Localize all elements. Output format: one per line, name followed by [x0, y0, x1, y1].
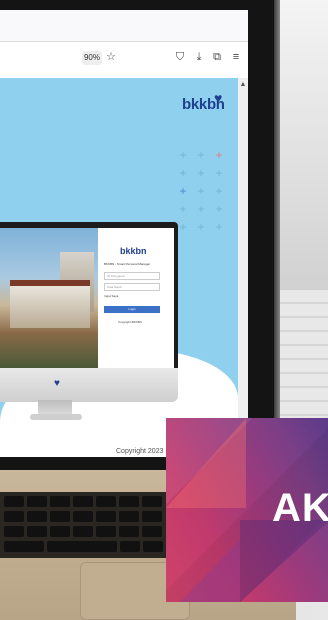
- extensions-icon[interactable]: ⧉: [209, 49, 225, 65]
- key[interactable]: [119, 511, 139, 522]
- card-facet: [240, 520, 328, 602]
- key[interactable]: [50, 511, 70, 522]
- key[interactable]: [142, 526, 162, 537]
- password-field[interactable]: Kata Sandi: [104, 283, 160, 291]
- building-photo: [0, 228, 98, 368]
- menu-icon[interactable]: ≡: [228, 49, 244, 65]
- key-row: [0, 496, 162, 508]
- key[interactable]: [50, 526, 70, 537]
- scroll-up-icon[interactable]: ▲: [238, 80, 248, 90]
- key[interactable]: [120, 541, 140, 552]
- card-facet: [180, 540, 240, 602]
- monitor-screen: bkkbn BKKBN - Smart Personal Manager ID …: [0, 228, 174, 368]
- plus-decoration-icon: +: [197, 148, 205, 162]
- key[interactable]: [119, 526, 139, 537]
- login-button[interactable]: Login: [104, 306, 160, 313]
- plus-decoration-icon: +: [215, 148, 223, 162]
- key[interactable]: [142, 496, 162, 507]
- key[interactable]: [4, 541, 44, 552]
- remember-checkbox[interactable]: Ingat Saya: [104, 294, 118, 298]
- key[interactable]: [27, 496, 47, 507]
- key[interactable]: [96, 511, 116, 522]
- plus-decoration-icon: +: [197, 220, 205, 234]
- key[interactable]: [73, 511, 93, 522]
- username-field[interactable]: ID Pengguna: [104, 272, 160, 280]
- monitor-logo-icon: ♥: [54, 378, 60, 389]
- key[interactable]: [4, 496, 24, 507]
- monitor-chin: [0, 368, 178, 402]
- scrollbar[interactable]: [238, 78, 248, 457]
- star-icon[interactable]: ☆: [103, 49, 119, 65]
- key[interactable]: [27, 511, 47, 522]
- plus-decoration-icon: +: [179, 148, 187, 162]
- plus-decoration-icon: +: [179, 202, 187, 216]
- key-row: [0, 526, 162, 538]
- plus-decoration-icon: +: [215, 184, 223, 198]
- key[interactable]: [119, 496, 139, 507]
- keyboard: [0, 492, 190, 558]
- plus-decoration-icon: +: [179, 166, 187, 180]
- key-row: [0, 541, 163, 553]
- address-bar[interactable]: [0, 48, 140, 68]
- key-row: [0, 511, 162, 523]
- key[interactable]: [142, 511, 162, 522]
- card-facet: [166, 418, 246, 508]
- key[interactable]: [50, 496, 70, 507]
- pocket-icon[interactable]: ⛉: [172, 49, 188, 65]
- key[interactable]: [96, 526, 116, 537]
- login-subtitle: BKKBN - Smart Personal Manager: [104, 262, 151, 266]
- logo-mark-icon: ♥: [214, 90, 223, 106]
- laptop-lid-edge: [274, 0, 280, 470]
- zoom-indicator[interactable]: 90%: [82, 51, 102, 65]
- plus-decoration-icon: +: [215, 166, 223, 180]
- spacebar-key[interactable]: [47, 541, 117, 552]
- download-icon[interactable]: ⤓: [191, 49, 207, 65]
- key[interactable]: [96, 496, 116, 507]
- plus-decoration-icon: +: [215, 202, 223, 216]
- key[interactable]: [4, 526, 24, 537]
- plus-decoration-icon: +: [215, 220, 223, 234]
- browser-toolbar: [0, 10, 248, 42]
- key[interactable]: [73, 496, 93, 507]
- login-logo: bkkbn: [120, 246, 147, 256]
- card-title: AK: [272, 486, 328, 530]
- building-main: [10, 280, 90, 328]
- plus-decoration-icon: +: [197, 202, 205, 216]
- plus-decoration-icon: +: [179, 184, 187, 198]
- key[interactable]: [143, 541, 163, 552]
- key[interactable]: [27, 526, 47, 537]
- plus-decoration-icon: +: [197, 166, 205, 180]
- plus-decoration-icon: +: [179, 220, 187, 234]
- plus-decoration-icon: +: [197, 184, 205, 198]
- login-footer: Copyright BKKBN: [118, 320, 142, 324]
- monitor-base: [30, 414, 82, 420]
- key[interactable]: [4, 511, 24, 522]
- key[interactable]: [73, 526, 93, 537]
